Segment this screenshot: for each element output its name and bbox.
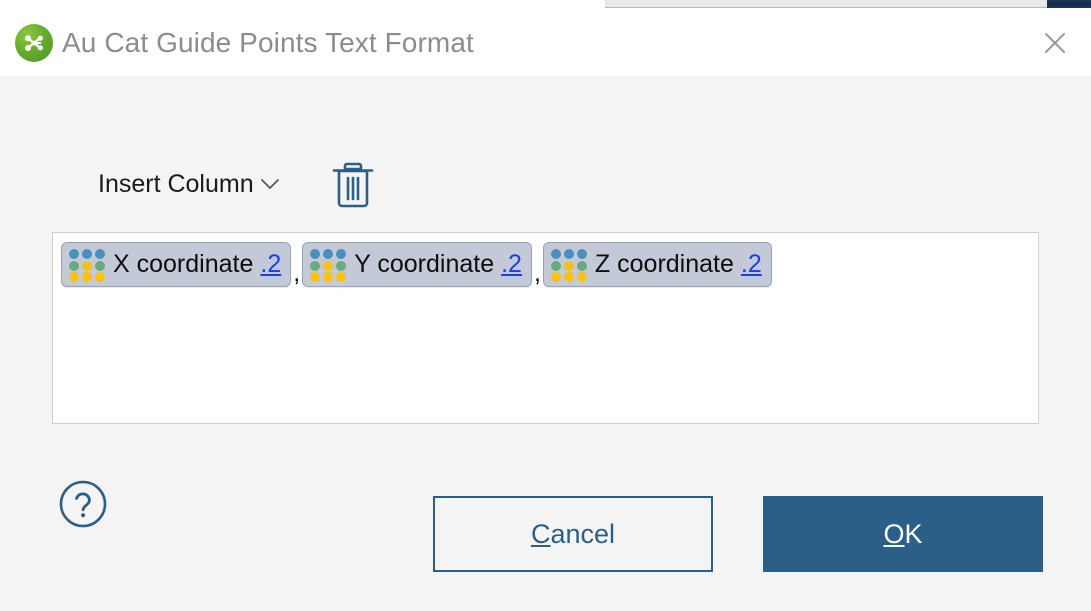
ok-accel-char: O	[883, 518, 905, 549]
cancel-rest-text: ancel	[550, 518, 616, 549]
token-separator: ,	[533, 259, 541, 287]
token-precision-suffix[interactable]: .2	[741, 252, 762, 277]
format-toolbar: Insert Column	[0, 149, 1091, 219]
insert-column-dropdown[interactable]: Insert Column	[98, 170, 282, 199]
token-label: Y coordinate	[354, 250, 495, 278]
token-label: Z coordinate	[594, 250, 734, 278]
cancel-button[interactable]: Cancel	[433, 496, 713, 572]
token-precision-suffix[interactable]: .2	[260, 252, 281, 277]
token-chip-x[interactable]: X coordinate .2	[61, 242, 292, 287]
app-chrome-strip	[0, 0, 1091, 9]
dialog-title: Au Cat Guide Points Text Format	[62, 26, 474, 58]
question-mark-circle-icon	[59, 480, 107, 528]
token-label: X coordinate	[113, 250, 254, 278]
text-format-dialog: Au Cat Guide Points Text Format Insert C…	[0, 9, 1091, 611]
token-chip-y[interactable]: Y coordinate .2	[302, 242, 532, 287]
cancel-button-label: Cancel	[531, 519, 615, 550]
dot-grid-icon	[310, 248, 347, 282]
dialog-title-bar: Au Cat Guide Points Text Format	[0, 9, 1091, 76]
token-flow: X coordinate .2 , Y coordinate .2 , Z co…	[61, 242, 1030, 287]
cancel-accel-char: C	[530, 518, 551, 549]
format-editor-field[interactable]: X coordinate .2 , Y coordinate .2 , Z co…	[52, 232, 1039, 424]
insert-column-label: Insert Column	[98, 169, 254, 198]
app-accent-band	[1047, 0, 1091, 8]
app-toolbar-band	[605, 0, 1091, 8]
trash-icon	[332, 162, 373, 208]
help-button[interactable]	[58, 479, 108, 529]
dialog-footer: Cancel OK	[0, 479, 1091, 589]
molecule-node-icon	[15, 23, 53, 62]
dot-grid-icon	[69, 248, 105, 282]
close-icon	[1045, 33, 1065, 53]
ok-button[interactable]: OK	[763, 496, 1043, 572]
token-chip-z[interactable]: Z coordinate .2	[542, 242, 772, 287]
close-button[interactable]	[1037, 25, 1073, 61]
token-precision-suffix[interactable]: .2	[501, 252, 522, 277]
delete-button[interactable]	[327, 156, 379, 212]
ok-rest-text: K	[904, 518, 923, 549]
chevron-down-icon	[258, 175, 282, 193]
dot-grid-icon	[550, 248, 587, 282]
token-separator: ,	[293, 259, 301, 287]
ok-button-label: OK	[883, 519, 922, 550]
